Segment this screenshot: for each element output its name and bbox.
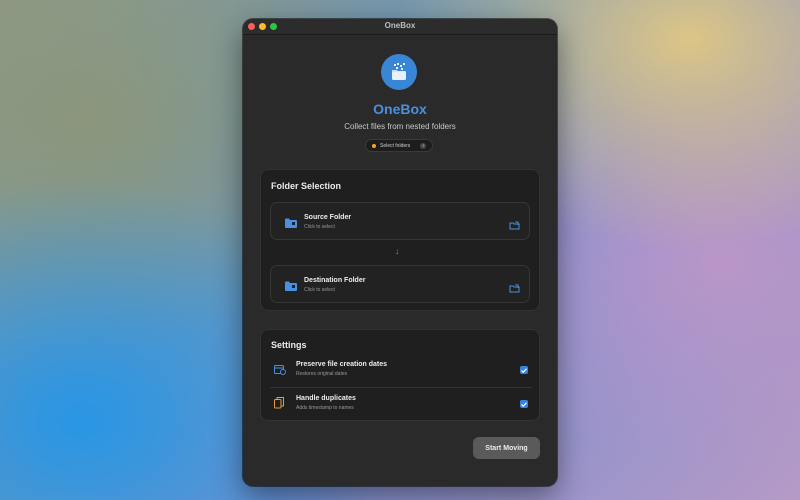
destination-folder-hint: Click to select <box>304 287 335 293</box>
start-moving-button[interactable]: Start Moving <box>473 437 540 459</box>
setting-handle-duplicates[interactable]: Handle duplicates Adds timestamp to name… <box>270 391 532 419</box>
settings-divider <box>270 387 532 388</box>
setting-hint: Restores original dates <box>296 371 348 377</box>
preserve-dates-checkbox[interactable] <box>520 366 528 374</box>
setting-preserve-dates[interactable]: Preserve file creation dates Restores or… <box>270 357 532 385</box>
setting-label: Handle duplicates <box>296 395 356 402</box>
window-title: OneBox <box>384 21 416 30</box>
duplicate-documents-icon <box>274 396 285 414</box>
status-dot-icon <box>372 143 376 148</box>
status-label: Select folders <box>380 142 411 149</box>
arrow-down-icon: ↓ <box>395 246 400 256</box>
app-logo-icon <box>381 54 417 90</box>
settings-title: Settings <box>271 340 307 350</box>
app-subtitle: Collect files from nested folders <box>344 122 456 131</box>
handle-duplicates-checkbox[interactable] <box>520 400 528 408</box>
source-folder-label: Source Folder <box>304 214 352 221</box>
setting-hint: Adds timestamp to names <box>296 405 354 411</box>
folder-badge-icon <box>285 278 297 296</box>
open-folder-icon[interactable] <box>509 217 520 235</box>
settings-card: Settings Preserve file creation dates Re… <box>260 329 540 421</box>
status-pill: Select folders ? <box>365 139 433 152</box>
source-folder-row[interactable]: Source Folder Click to select <box>270 202 530 240</box>
app-name: OneBox <box>373 101 427 117</box>
destination-folder-label: Destination Folder <box>304 277 366 284</box>
folder-selection-card: Folder Selection Source Folder Click to … <box>260 169 540 311</box>
app-window: OneBox OneBox Collect files from nested … <box>243 19 557 486</box>
source-folder-hint: Click to select <box>304 224 335 230</box>
folder-badge-icon <box>285 215 297 233</box>
setting-label: Preserve file creation dates <box>296 361 388 368</box>
calendar-clock-icon <box>274 362 286 380</box>
folder-selection-title: Folder Selection <box>271 181 342 191</box>
title-bar: OneBox <box>243 19 557 35</box>
help-icon[interactable]: ? <box>420 142 427 149</box>
open-folder-icon[interactable] <box>509 280 520 298</box>
destination-folder-row[interactable]: Destination Folder Click to select <box>270 265 530 303</box>
